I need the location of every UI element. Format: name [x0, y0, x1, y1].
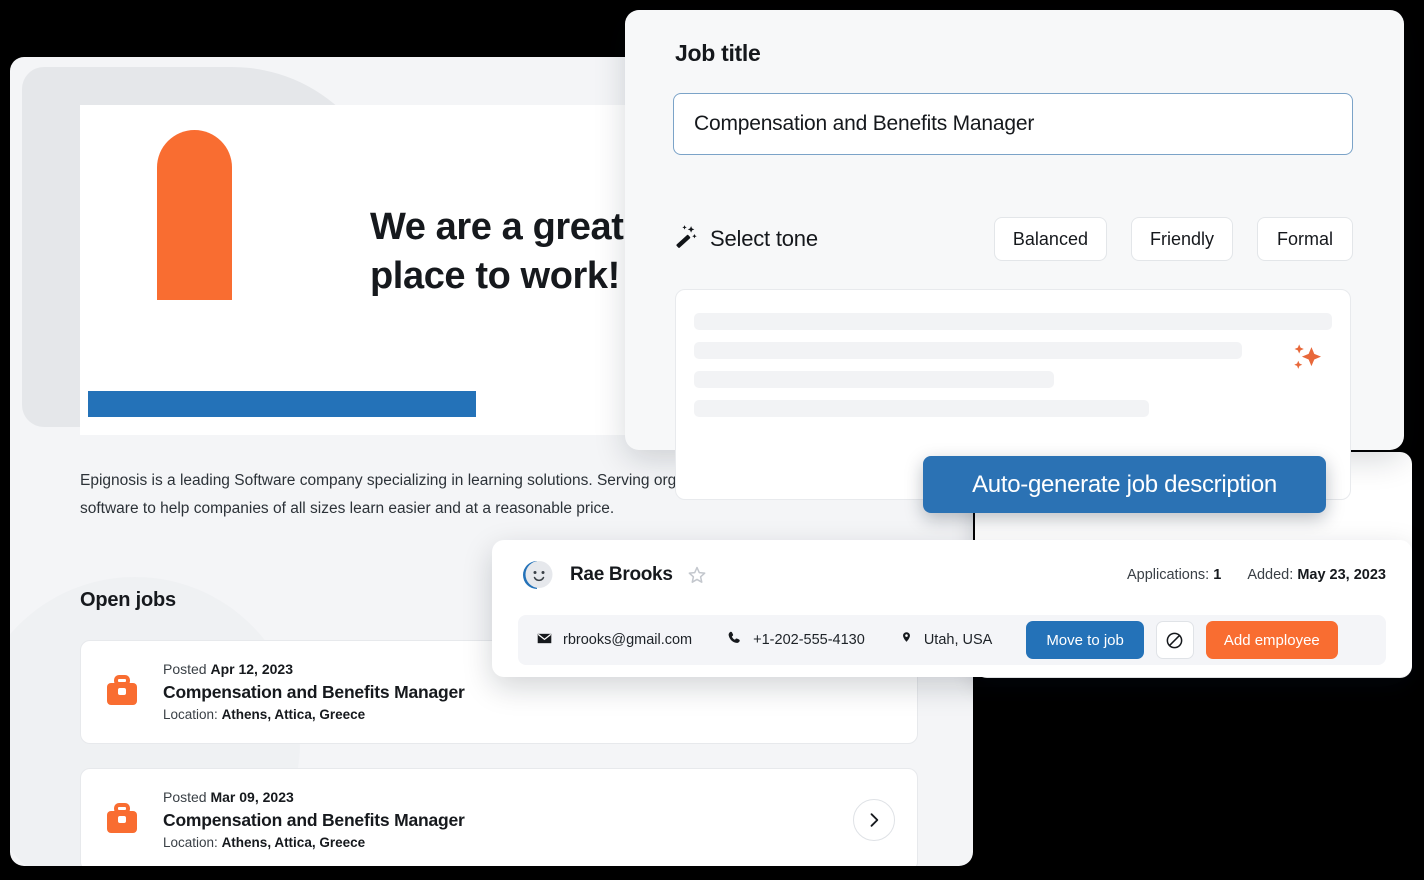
job-meta: Posted Mar 09, 2023 Compensation and Ben… — [163, 787, 853, 853]
job-posted-label: Posted — [163, 789, 207, 805]
applications-label: Applications: — [1126, 567, 1210, 583]
job-title-field-label: Job title — [675, 40, 761, 66]
map-pin-icon — [899, 630, 914, 651]
job-posted-date: Mar 09, 2023 — [210, 789, 294, 805]
hero-accent-bar — [88, 391, 476, 417]
added-label: Added: — [1247, 567, 1294, 583]
candidate-card-header: Rae Brooks Applications: 1 Added: May 23… — [492, 540, 1412, 610]
briefcase-icon — [103, 801, 141, 839]
job-posted-label: Posted — [163, 661, 207, 677]
screenshot-stage: We are a great place to work! Epignosis … — [0, 0, 1424, 880]
applications-count: 1 — [1213, 567, 1222, 583]
placeholder-line — [694, 313, 1332, 330]
job-location-value: Athens, Attica, Greece — [221, 707, 366, 722]
block-icon[interactable] — [1155, 621, 1194, 659]
job-title-input-value: Compensation and Benefits Manager — [694, 112, 1035, 135]
briefcase-icon — [103, 673, 141, 711]
star-outline-icon[interactable] — [687, 565, 707, 585]
job-title: Compensation and Benefits Manager — [163, 682, 465, 702]
candidate-name: Rae Brooks — [570, 564, 673, 585]
job-description-generator-panel: Job title Compensation and Benefits Mana… — [625, 10, 1404, 500]
job-title-input[interactable]: Compensation and Benefits Manager — [673, 93, 1353, 155]
placeholder-line — [694, 400, 1149, 417]
tone-options: Balanced Friendly Formal — [993, 217, 1353, 261]
placeholder-line — [694, 342, 1242, 359]
avatar-icon — [518, 556, 556, 594]
job-location-label: Location: — [163, 835, 218, 850]
job-title: Compensation and Benefits Manager — [163, 810, 465, 830]
tone-option-formal[interactable]: Formal — [1257, 217, 1353, 261]
job-location-value: Athens, Attica, Greece — [221, 835, 366, 850]
magic-wand-icon — [673, 224, 698, 255]
candidate-phone[interactable]: +1-202-555-4130 — [726, 630, 865, 651]
job-location: Location: Athens, Attica, Greece — [163, 833, 853, 853]
move-to-job-button[interactable]: Move to job — [1026, 621, 1144, 659]
candidate-phone-text: +1-202-555-4130 — [753, 632, 865, 648]
candidate-card: Rae Brooks Applications: 1 Added: May 23… — [492, 540, 1412, 677]
placeholder-line — [694, 371, 1054, 388]
open-jobs-heading: Open jobs — [80, 589, 176, 611]
job-posted: Posted Mar 09, 2023 — [163, 787, 853, 807]
tone-label: Select tone — [673, 224, 818, 255]
candidate-card-stats: Applications: 1 Added: May 23, 2023 — [1127, 567, 1386, 583]
job-list-item[interactable]: Posted Mar 09, 2023 Compensation and Ben… — [80, 768, 918, 866]
tone-option-balanced[interactable]: Balanced — [993, 217, 1107, 261]
job-location-label: Location: — [163, 707, 218, 722]
added-date: May 23, 2023 — [1297, 567, 1386, 583]
chevron-right-icon[interactable] — [853, 799, 895, 841]
job-posted-date: Apr 12, 2023 — [210, 661, 293, 677]
added-stat: Added: May 23, 2023 — [1247, 567, 1386, 583]
tone-selector-row: Select tone Balanced Friendly Formal — [673, 206, 1353, 272]
candidate-card-actions: rbrooks@gmail.com +1-202-555-4130 Utah, … — [518, 615, 1386, 665]
phone-icon — [726, 630, 743, 651]
candidate-location: Utah, USA — [899, 630, 993, 651]
candidate-email[interactable]: rbrooks@gmail.com — [536, 630, 692, 651]
envelope-icon — [536, 630, 553, 651]
candidate-location-text: Utah, USA — [923, 632, 993, 648]
tone-option-friendly[interactable]: Friendly — [1130, 217, 1233, 261]
tone-label-text: Select tone — [710, 226, 818, 251]
applications-stat: Applications: 1 — [1127, 567, 1221, 583]
auto-generate-job-description-button[interactable]: Auto-generate job description — [923, 456, 1326, 513]
sparkles-icon — [1286, 338, 1326, 383]
candidate-email-text: rbrooks@gmail.com — [563, 632, 693, 648]
job-location: Location: Athens, Attica, Greece — [163, 705, 895, 725]
add-employee-button[interactable]: Add employee — [1205, 621, 1338, 659]
hero-pill-shape — [157, 130, 232, 300]
